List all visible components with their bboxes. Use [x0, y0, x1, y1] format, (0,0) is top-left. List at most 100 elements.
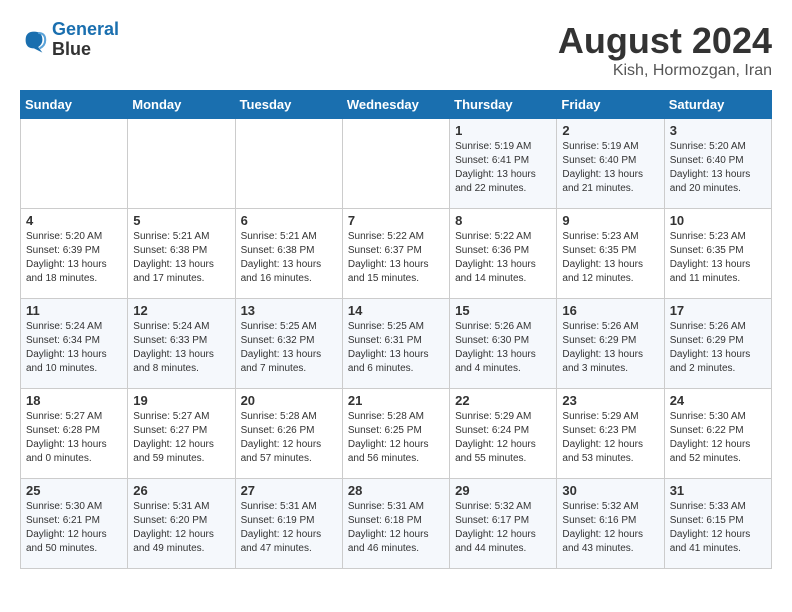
calendar-week-row: 18 Sunrise: 5:27 AM Sunset: 6:28 PM Dayli… — [21, 389, 772, 479]
calendar-table: SundayMondayTuesdayWednesdayThursdayFrid… — [20, 90, 772, 569]
calendar-week-row: 25 Sunrise: 5:30 AM Sunset: 6:21 PM Dayli… — [21, 479, 772, 569]
day-number: 19 — [133, 393, 229, 408]
day-info: Sunrise: 5:33 AM Sunset: 6:15 PM Dayligh… — [670, 500, 766, 556]
weekday-header: Saturday — [664, 91, 771, 119]
calendar-day-cell: 31 Sunrise: 5:33 AM Sunset: 6:15 PM Dayli… — [664, 479, 771, 569]
calendar-day-cell: 13Sunrise: 5:25 AM Sunset: 6:32 PM Dayli… — [235, 299, 342, 389]
calendar-day-cell: 23 Sunrise: 5:29 AM Sunset: 6:23 PM Dayli… — [557, 389, 664, 479]
calendar-day-cell: 27 Sunrise: 5:31 AM Sunset: 6:19 PM Dayli… — [235, 479, 342, 569]
day-info: Sunrise: 5:28 AM Sunset: 6:26 PM Dayligh… — [241, 410, 337, 466]
calendar-day-cell: 19 Sunrise: 5:27 AM Sunset: 6:27 PM Dayli… — [128, 389, 235, 479]
logo-icon — [20, 26, 48, 54]
logo: General Blue — [20, 20, 119, 60]
day-number: 15 — [455, 303, 551, 318]
day-info: Sunrise: 5:31 AM Sunset: 6:18 PM Dayligh… — [348, 500, 444, 556]
weekday-header: Friday — [557, 91, 664, 119]
day-info: Sunrise: 5:23 AM Sunset: 6:35 PM Dayligh… — [562, 230, 658, 286]
day-number: 21 — [348, 393, 444, 408]
calendar-day-cell: 29 Sunrise: 5:32 AM Sunset: 6:17 PM Dayli… — [450, 479, 557, 569]
day-number: 2 — [562, 123, 658, 138]
day-info: Sunrise: 5:26 AM Sunset: 6:29 PM Dayligh… — [562, 320, 658, 376]
day-number: 20 — [241, 393, 337, 408]
day-number: 1 — [455, 123, 551, 138]
day-info: Sunrise: 5:24 AM Sunset: 6:33 PM Dayligh… — [133, 320, 229, 376]
day-number: 5 — [133, 213, 229, 228]
logo-line1: General — [52, 19, 119, 39]
day-number: 10 — [670, 213, 766, 228]
calendar-day-cell: 2 Sunrise: 5:19 AM Sunset: 6:40 PM Daylig… — [557, 119, 664, 209]
calendar-day-cell: 22Sunrise: 5:29 AM Sunset: 6:24 PM Dayli… — [450, 389, 557, 479]
day-info: Sunrise: 5:27 AM Sunset: 6:28 PM Dayligh… — [26, 410, 122, 466]
day-info: Sunrise: 5:30 AM Sunset: 6:21 PM Dayligh… — [26, 500, 122, 556]
weekday-header: Tuesday — [235, 91, 342, 119]
day-info: Sunrise: 5:29 AM Sunset: 6:23 PM Dayligh… — [562, 410, 658, 466]
day-number: 8 — [455, 213, 551, 228]
day-info: Sunrise: 5:26 AM Sunset: 6:29 PM Dayligh… — [670, 320, 766, 376]
day-number: 18 — [26, 393, 122, 408]
calendar-title: August 2024 — [558, 20, 772, 62]
day-info: Sunrise: 5:20 AM Sunset: 6:40 PM Dayligh… — [670, 140, 766, 196]
day-number: 28 — [348, 483, 444, 498]
calendar-day-cell: 21 Sunrise: 5:28 AM Sunset: 6:25 PM Dayli… — [342, 389, 449, 479]
day-number: 25 — [26, 483, 122, 498]
calendar-day-cell: 8 Sunrise: 5:22 AM Sunset: 6:36 PM Daylig… — [450, 209, 557, 299]
day-number: 4 — [26, 213, 122, 228]
calendar-day-cell: 26Sunrise: 5:31 AM Sunset: 6:20 PM Dayli… — [128, 479, 235, 569]
day-number: 12 — [133, 303, 229, 318]
day-info: Sunrise: 5:25 AM Sunset: 6:31 PM Dayligh… — [348, 320, 444, 376]
day-number: 27 — [241, 483, 337, 498]
day-number: 24 — [670, 393, 766, 408]
day-number: 6 — [241, 213, 337, 228]
calendar-header: SundayMondayTuesdayWednesdayThursdayFrid… — [21, 91, 772, 119]
calendar-day-cell — [342, 119, 449, 209]
day-info: Sunrise: 5:26 AM Sunset: 6:30 PM Dayligh… — [455, 320, 551, 376]
day-info: Sunrise: 5:28 AM Sunset: 6:25 PM Dayligh… — [348, 410, 444, 466]
day-info: Sunrise: 5:32 AM Sunset: 6:16 PM Dayligh… — [562, 500, 658, 556]
calendar-day-cell: 9Sunrise: 5:23 AM Sunset: 6:35 PM Daylig… — [557, 209, 664, 299]
day-number: 26 — [133, 483, 229, 498]
calendar-day-cell: 3 Sunrise: 5:20 AM Sunset: 6:40 PM Daylig… — [664, 119, 771, 209]
weekday-header: Wednesday — [342, 91, 449, 119]
day-number: 3 — [670, 123, 766, 138]
calendar-week-row: 11 Sunrise: 5:24 AM Sunset: 6:34 PM Dayli… — [21, 299, 772, 389]
calendar-day-cell: 7Sunrise: 5:22 AM Sunset: 6:37 PM Daylig… — [342, 209, 449, 299]
calendar-day-cell: 4 Sunrise: 5:20 AM Sunset: 6:39 PM Daylig… — [21, 209, 128, 299]
day-info: Sunrise: 5:29 AM Sunset: 6:24 PM Dayligh… — [455, 410, 551, 466]
day-info: Sunrise: 5:22 AM Sunset: 6:36 PM Dayligh… — [455, 230, 551, 286]
calendar-day-cell: 25 Sunrise: 5:30 AM Sunset: 6:21 PM Dayli… — [21, 479, 128, 569]
day-number: 11 — [26, 303, 122, 318]
calendar-subtitle: Kish, Hormozgan, Iran — [558, 62, 772, 80]
day-info: Sunrise: 5:19 AM Sunset: 6:40 PM Dayligh… — [562, 140, 658, 196]
page-header: General Blue August 2024 Kish, Hormozgan… — [20, 20, 772, 80]
day-number: 31 — [670, 483, 766, 498]
calendar-day-cell: 6 Sunrise: 5:21 AM Sunset: 6:38 PM Daylig… — [235, 209, 342, 299]
day-info: Sunrise: 5:31 AM Sunset: 6:19 PM Dayligh… — [241, 500, 337, 556]
day-number: 16 — [562, 303, 658, 318]
day-info: Sunrise: 5:20 AM Sunset: 6:39 PM Dayligh… — [26, 230, 122, 286]
calendar-day-cell: 12 Sunrise: 5:24 AM Sunset: 6:33 PM Dayli… — [128, 299, 235, 389]
title-block: August 2024 Kish, Hormozgan, Iran — [558, 20, 772, 80]
logo-line2: Blue — [52, 40, 119, 60]
day-info: Sunrise: 5:19 AM Sunset: 6:41 PM Dayligh… — [455, 140, 551, 196]
calendar-week-row: 1 Sunrise: 5:19 AM Sunset: 6:41 PM Daylig… — [21, 119, 772, 209]
calendar-body: 1 Sunrise: 5:19 AM Sunset: 6:41 PM Daylig… — [21, 119, 772, 569]
weekday-header: Thursday — [450, 91, 557, 119]
day-info: Sunrise: 5:21 AM Sunset: 6:38 PM Dayligh… — [133, 230, 229, 286]
calendar-day-cell: 14 Sunrise: 5:25 AM Sunset: 6:31 PM Dayli… — [342, 299, 449, 389]
day-number: 17 — [670, 303, 766, 318]
day-number: 23 — [562, 393, 658, 408]
day-number: 30 — [562, 483, 658, 498]
day-number: 29 — [455, 483, 551, 498]
calendar-day-cell: 17 Sunrise: 5:26 AM Sunset: 6:29 PM Dayli… — [664, 299, 771, 389]
weekday-header: Sunday — [21, 91, 128, 119]
calendar-week-row: 4 Sunrise: 5:20 AM Sunset: 6:39 PM Daylig… — [21, 209, 772, 299]
day-info: Sunrise: 5:21 AM Sunset: 6:38 PM Dayligh… — [241, 230, 337, 286]
day-number: 14 — [348, 303, 444, 318]
day-number: 7 — [348, 213, 444, 228]
calendar-day-cell: 1 Sunrise: 5:19 AM Sunset: 6:41 PM Daylig… — [450, 119, 557, 209]
day-info: Sunrise: 5:24 AM Sunset: 6:34 PM Dayligh… — [26, 320, 122, 376]
day-info: Sunrise: 5:27 AM Sunset: 6:27 PM Dayligh… — [133, 410, 229, 466]
calendar-day-cell — [21, 119, 128, 209]
day-info: Sunrise: 5:32 AM Sunset: 6:17 PM Dayligh… — [455, 500, 551, 556]
calendar-day-cell: 10Sunrise: 5:23 AM Sunset: 6:35 PM Dayli… — [664, 209, 771, 299]
